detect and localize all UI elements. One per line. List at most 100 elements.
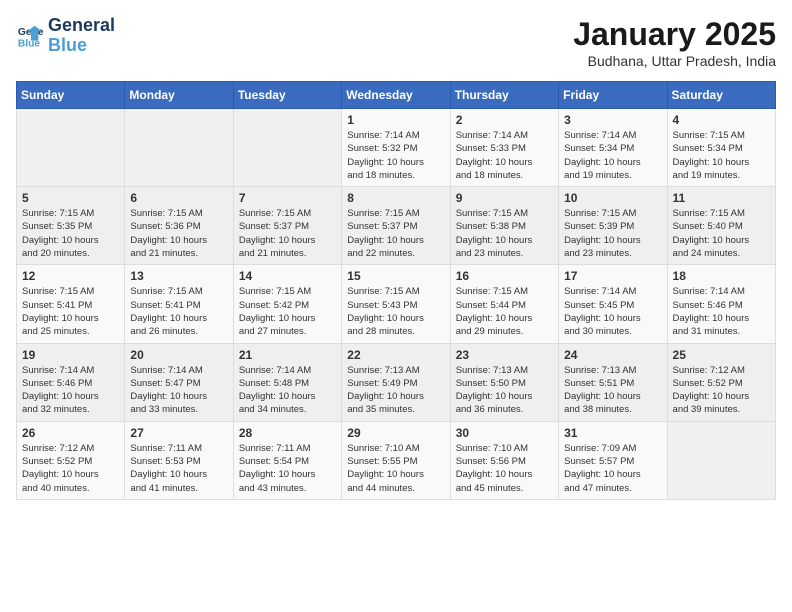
- calendar-cell: 13 Sunrise: 7:15 AMSunset: 5:41 PMDayligh…: [125, 265, 233, 343]
- day-info: Sunrise: 7:10 AMSunset: 5:55 PMDaylight:…: [347, 442, 444, 495]
- day-number: 1: [347, 113, 444, 127]
- day-number: 31: [564, 426, 661, 440]
- day-number: 16: [456, 269, 553, 283]
- day-info: Sunrise: 7:15 AMSunset: 5:40 PMDaylight:…: [673, 207, 770, 260]
- day-info: Sunrise: 7:15 AMSunset: 5:42 PMDaylight:…: [239, 285, 336, 338]
- day-number: 20: [130, 348, 227, 362]
- day-info: Sunrise: 7:15 AMSunset: 5:39 PMDaylight:…: [564, 207, 661, 260]
- day-info: Sunrise: 7:15 AMSunset: 5:38 PMDaylight:…: [456, 207, 553, 260]
- day-info: Sunrise: 7:14 AMSunset: 5:46 PMDaylight:…: [673, 285, 770, 338]
- calendar-cell: 6 Sunrise: 7:15 AMSunset: 5:36 PMDaylight…: [125, 187, 233, 265]
- weekday-header: Sunday: [17, 82, 125, 109]
- day-number: 29: [347, 426, 444, 440]
- day-number: 22: [347, 348, 444, 362]
- weekday-header: Saturday: [667, 82, 775, 109]
- calendar-week-row: 1 Sunrise: 7:14 AMSunset: 5:32 PMDaylight…: [17, 109, 776, 187]
- calendar-cell: 17 Sunrise: 7:14 AMSunset: 5:45 PMDayligh…: [559, 265, 667, 343]
- day-number: 27: [130, 426, 227, 440]
- title-block: January 2025 Budhana, Uttar Pradesh, Ind…: [573, 16, 776, 69]
- day-number: 6: [130, 191, 227, 205]
- calendar-cell: 1 Sunrise: 7:14 AMSunset: 5:32 PMDaylight…: [342, 109, 450, 187]
- day-number: 2: [456, 113, 553, 127]
- weekday-header: Tuesday: [233, 82, 341, 109]
- calendar-cell: 7Sunrise: 7:15 AMSunset: 5:37 PMDaylight…: [233, 187, 341, 265]
- calendar-cell: 5Sunrise: 7:15 AMSunset: 5:35 PMDaylight…: [17, 187, 125, 265]
- day-info: Sunrise: 7:14 AMSunset: 5:33 PMDaylight:…: [456, 129, 553, 182]
- day-info: Sunrise: 7:12 AMSunset: 5:52 PMDaylight:…: [22, 442, 119, 495]
- calendar-cell: [125, 109, 233, 187]
- day-info: Sunrise: 7:15 AMSunset: 5:44 PMDaylight:…: [456, 285, 553, 338]
- day-number: 25: [673, 348, 770, 362]
- calendar-cell: 20 Sunrise: 7:14 AMSunset: 5:47 PMDayligh…: [125, 343, 233, 421]
- day-info: Sunrise: 7:14 AMSunset: 5:32 PMDaylight:…: [347, 129, 444, 182]
- weekday-header: Monday: [125, 82, 233, 109]
- day-info: Sunrise: 7:15 AMSunset: 5:36 PMDaylight:…: [130, 207, 227, 260]
- day-info: Sunrise: 7:14 AMSunset: 5:48 PMDaylight:…: [239, 364, 336, 417]
- calendar-cell: [17, 109, 125, 187]
- day-info: Sunrise: 7:15 AMSunset: 5:37 PMDaylight:…: [347, 207, 444, 260]
- calendar-cell: 12 Sunrise: 7:15 AMSunset: 5:41 PMDayligh…: [17, 265, 125, 343]
- day-info: Sunrise: 7:15 AMSunset: 5:34 PMDaylight:…: [673, 129, 770, 182]
- calendar-cell: 24 Sunrise: 7:13 AMSunset: 5:51 PMDayligh…: [559, 343, 667, 421]
- day-info: Sunrise: 7:13 AMSunset: 5:51 PMDaylight:…: [564, 364, 661, 417]
- day-number: 5: [22, 191, 119, 205]
- day-number: 24: [564, 348, 661, 362]
- calendar-cell: [233, 109, 341, 187]
- day-number: 13: [130, 269, 227, 283]
- day-number: 9: [456, 191, 553, 205]
- day-info: Sunrise: 7:09 AMSunset: 5:57 PMDaylight:…: [564, 442, 661, 495]
- calendar-cell: 15 Sunrise: 7:15 AMSunset: 5:43 PMDayligh…: [342, 265, 450, 343]
- day-info: Sunrise: 7:14 AMSunset: 5:34 PMDaylight:…: [564, 129, 661, 182]
- weekday-header-row: SundayMondayTuesdayWednesdayThursdayFrid…: [17, 82, 776, 109]
- calendar-week-row: 19 Sunrise: 7:14 AMSunset: 5:46 PMDayligh…: [17, 343, 776, 421]
- month-title: January 2025: [573, 16, 776, 53]
- day-number: 8: [347, 191, 444, 205]
- day-info: Sunrise: 7:14 AMSunset: 5:47 PMDaylight:…: [130, 364, 227, 417]
- calendar-cell: 16 Sunrise: 7:15 AMSunset: 5:44 PMDayligh…: [450, 265, 558, 343]
- day-info: Sunrise: 7:10 AMSunset: 5:56 PMDaylight:…: [456, 442, 553, 495]
- day-number: 4: [673, 113, 770, 127]
- logo: General Blue General Blue: [16, 16, 115, 56]
- page-header: General Blue General Blue January 2025 B…: [16, 16, 776, 69]
- day-number: 12: [22, 269, 119, 283]
- day-info: Sunrise: 7:11 AMSunset: 5:53 PMDaylight:…: [130, 442, 227, 495]
- calendar-cell: 10 Sunrise: 7:15 AMSunset: 5:39 PMDayligh…: [559, 187, 667, 265]
- day-number: 7: [239, 191, 336, 205]
- day-number: 23: [456, 348, 553, 362]
- day-info: Sunrise: 7:15 AMSunset: 5:43 PMDaylight:…: [347, 285, 444, 338]
- day-number: 15: [347, 269, 444, 283]
- calendar-cell: 26 Sunrise: 7:12 AMSunset: 5:52 PMDayligh…: [17, 421, 125, 499]
- day-number: 19: [22, 348, 119, 362]
- day-number: 10: [564, 191, 661, 205]
- calendar-cell: 27 Sunrise: 7:11 AMSunset: 5:53 PMDayligh…: [125, 421, 233, 499]
- day-info: Sunrise: 7:15 AMSunset: 5:41 PMDaylight:…: [130, 285, 227, 338]
- calendar-week-row: 5Sunrise: 7:15 AMSunset: 5:35 PMDaylight…: [17, 187, 776, 265]
- day-number: 28: [239, 426, 336, 440]
- calendar-cell: 29 Sunrise: 7:10 AMSunset: 5:55 PMDayligh…: [342, 421, 450, 499]
- calendar-week-row: 26 Sunrise: 7:12 AMSunset: 5:52 PMDayligh…: [17, 421, 776, 499]
- calendar-cell: 28 Sunrise: 7:11 AMSunset: 5:54 PMDayligh…: [233, 421, 341, 499]
- day-info: Sunrise: 7:12 AMSunset: 5:52 PMDaylight:…: [673, 364, 770, 417]
- calendar-cell: 2 Sunrise: 7:14 AMSunset: 5:33 PMDaylight…: [450, 109, 558, 187]
- calendar-cell: 30Sunrise: 7:10 AMSunset: 5:56 PMDayligh…: [450, 421, 558, 499]
- calendar-cell: 31 Sunrise: 7:09 AMSunset: 5:57 PMDayligh…: [559, 421, 667, 499]
- day-number: 3: [564, 113, 661, 127]
- calendar-cell: [667, 421, 775, 499]
- day-info: Sunrise: 7:13 AMSunset: 5:49 PMDaylight:…: [347, 364, 444, 417]
- day-info: Sunrise: 7:14 AMSunset: 5:45 PMDaylight:…: [564, 285, 661, 338]
- calendar-cell: 25 Sunrise: 7:12 AMSunset: 5:52 PMDayligh…: [667, 343, 775, 421]
- location-subtitle: Budhana, Uttar Pradesh, India: [573, 53, 776, 69]
- calendar-cell: 8 Sunrise: 7:15 AMSunset: 5:37 PMDaylight…: [342, 187, 450, 265]
- calendar-cell: 22 Sunrise: 7:13 AMSunset: 5:49 PMDayligh…: [342, 343, 450, 421]
- calendar-cell: 11 Sunrise: 7:15 AMSunset: 5:40 PMDayligh…: [667, 187, 775, 265]
- day-info: Sunrise: 7:14 AMSunset: 5:46 PMDaylight:…: [22, 364, 119, 417]
- day-number: 11: [673, 191, 770, 205]
- day-info: Sunrise: 7:15 AMSunset: 5:41 PMDaylight:…: [22, 285, 119, 338]
- weekday-header: Thursday: [450, 82, 558, 109]
- day-number: 26: [22, 426, 119, 440]
- day-number: 17: [564, 269, 661, 283]
- day-info: Sunrise: 7:11 AMSunset: 5:54 PMDaylight:…: [239, 442, 336, 495]
- day-number: 18: [673, 269, 770, 283]
- weekday-header: Friday: [559, 82, 667, 109]
- logo-icon: General Blue: [16, 22, 44, 50]
